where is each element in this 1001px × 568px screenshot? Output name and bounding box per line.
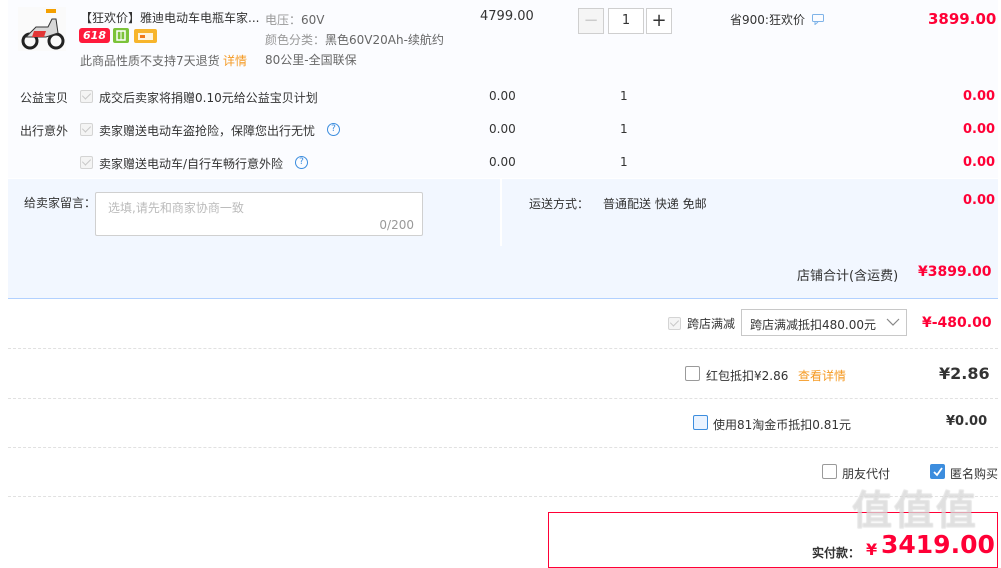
cross-store-checkbox: [668, 317, 681, 330]
addon-group-label: 公益宝贝: [20, 91, 69, 105]
red-packet-amount: ¥2.86: [939, 364, 990, 383]
spec-voltage-value: 60V: [301, 13, 325, 27]
addon-checkbox: [80, 123, 93, 136]
divider: [8, 348, 998, 349]
watermark-logo: 值 值 值: [852, 488, 976, 534]
message-counter: 0/200: [379, 218, 414, 232]
message-placeholder: 选填,请先和商家协商一致: [108, 201, 244, 215]
red-packet-label: 红包抵扣¥2.86: [706, 369, 789, 383]
addon-price: 0.00: [489, 89, 516, 103]
anonymous-checkbox[interactable]: [930, 464, 945, 479]
addon-qty: 1: [620, 122, 628, 136]
item-subtotal: 3899.00: [928, 10, 997, 28]
decrease-quantity-button[interactable]: −: [578, 8, 604, 34]
cross-store-select[interactable]: 跨店满减抵扣480.00元: [741, 309, 907, 336]
chat-icon[interactable]: [812, 14, 824, 26]
store-total-label: 店铺合计(含运费): [797, 269, 899, 284]
shipping-label: 运送方式：: [529, 197, 590, 211]
addon-checkbox: [80, 90, 93, 103]
card-pay-icon: [134, 29, 157, 43]
pay-currency: ¥: [866, 540, 878, 559]
taojinbi-checkbox[interactable]: [693, 415, 708, 430]
spec-color-line1: 黑色60V20Ah-续航约: [325, 33, 444, 47]
cross-store-select-value: 跨店满减抵扣480.00元: [750, 318, 876, 332]
details-link[interactable]: 详情: [223, 52, 247, 69]
taojinbi-label: 使用81淘金币抵扣0.81元: [713, 418, 851, 432]
guarantee-icon: [113, 28, 129, 43]
divider: [8, 398, 998, 399]
help-icon[interactable]: ?: [327, 123, 340, 136]
product-title[interactable]: 【狂欢价】雅迪电动车电瓶车家...: [80, 9, 259, 26]
addon-subtotal: 0.00: [963, 155, 996, 170]
spec-color: 颜色分类：黑色60V20Ah-续航约: [265, 31, 444, 48]
cross-store-amount: ¥-480.00: [922, 315, 992, 331]
addon-group-label: 出行意外: [20, 124, 69, 138]
addon-price: 0.00: [489, 155, 516, 169]
spec-color-label: 颜色分类：: [265, 33, 326, 47]
cross-store-label: 跨店满减: [687, 317, 736, 331]
red-packet-details-link[interactable]: 查看详情: [798, 367, 846, 384]
badge-618: 618: [79, 28, 110, 43]
help-icon[interactable]: ?: [295, 156, 308, 169]
addon-checkbox: [80, 156, 93, 169]
addon-text: 卖家赠送电动车盗抢险，保障您出行无忧: [99, 124, 316, 138]
increase-quantity-button[interactable]: +: [646, 8, 672, 34]
addon-subtotal: 0.00: [963, 122, 996, 137]
unit-price: 4799.00: [480, 9, 534, 24]
discount-text: 省900:狂欢价: [730, 13, 805, 27]
spec-voltage: 电压：60V: [265, 11, 325, 28]
spec-voltage-label: 电压：: [265, 13, 302, 27]
message-input[interactable]: 选填,请先和商家协商一致 0/200: [95, 192, 423, 236]
addon-qty: 1: [620, 89, 628, 103]
addon-text: 卖家赠送电动车/自行车畅行意外险: [99, 157, 284, 171]
addon-price: 0.00: [489, 122, 516, 136]
friend-pay-checkbox[interactable]: [822, 464, 837, 479]
shipping-fee: 0.00: [963, 193, 996, 208]
store-total-value: ¥3899.00: [918, 264, 992, 280]
divider: [8, 496, 998, 497]
message-label: 给卖家留言：: [24, 196, 97, 210]
chevron-down-icon: [886, 316, 900, 331]
taojinbi-amount: ¥0.00: [946, 414, 988, 429]
addon-subtotal: 0.00: [963, 89, 996, 104]
pay-label: 实付款：: [812, 546, 861, 560]
quantity-input[interactable]: 1: [608, 8, 644, 34]
addon-qty: 1: [620, 155, 628, 169]
section-divider: [500, 179, 502, 246]
product-thumbnail[interactable]: [18, 7, 66, 51]
divider: [8, 447, 998, 448]
shipping-value: 普通配送 快递 免邮: [603, 197, 707, 211]
red-packet-checkbox[interactable]: [685, 366, 700, 381]
spec-color-line2: 80公里-全国联保: [265, 53, 357, 67]
no-return-note: 此商品性质不支持7天退货: [80, 54, 220, 68]
addon-text: 成交后卖家将捐赠0.10元给公益宝贝计划: [99, 91, 318, 105]
